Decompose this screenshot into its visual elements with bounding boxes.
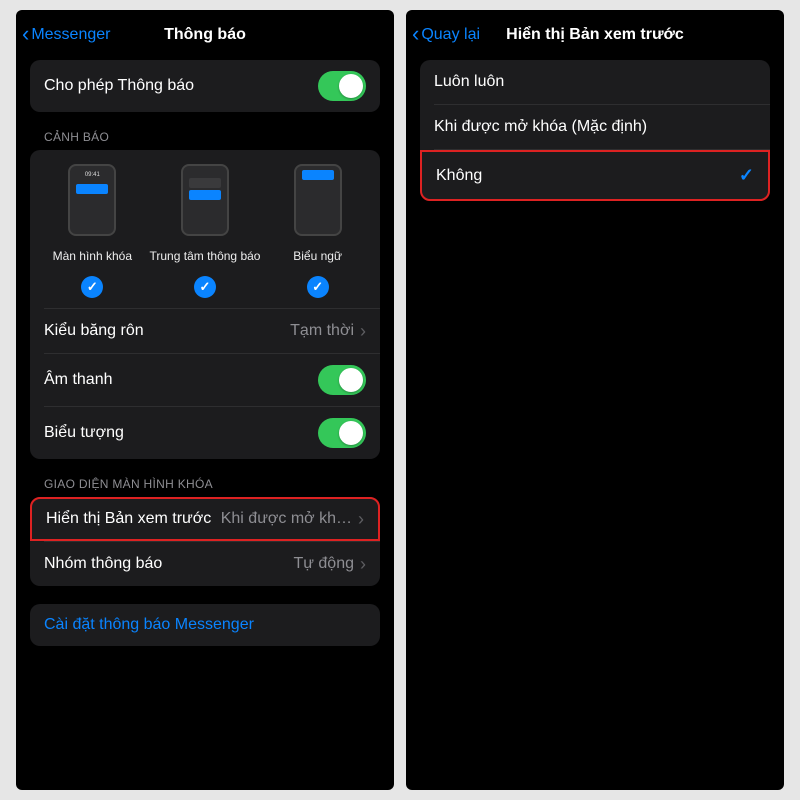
banner-style-label: Kiểu băng rôn [44, 322, 144, 340]
allow-notifications-row[interactable]: Cho phép Thông báo [30, 60, 380, 112]
chevron-left-icon: ‹ [22, 23, 29, 45]
back-label: Quay lại [421, 26, 480, 44]
chevron-left-icon: ‹ [412, 23, 419, 45]
chevron-right-icon: › [358, 510, 364, 528]
phone-right: ‹ Quay lại Hiển thị Bản xem trước Luôn l… [406, 10, 784, 790]
option-when-unlocked-label: Khi được mở khóa (Mặc định) [434, 118, 647, 136]
show-previews-value: Khi được mở kh… › [221, 510, 364, 528]
show-previews-row[interactable]: Hiển thị Bản xem trước Khi được mở kh… › [30, 497, 380, 541]
back-button[interactable]: ‹ Messenger [22, 25, 110, 45]
messenger-settings-label: Cài đặt thông báo Messenger [44, 616, 254, 633]
check-icon: ✓ [81, 276, 103, 298]
opt-lock-label: Màn hình khóa [53, 242, 132, 270]
grouping-value: Tự động › [293, 555, 366, 573]
option-never[interactable]: Không ✓ [420, 150, 770, 201]
grouping-label: Nhóm thông báo [44, 555, 162, 573]
banner-style-value: Tạm thời › [290, 322, 366, 340]
section-lockscreen-title: GIAO DIỆN MÀN HÌNH KHÓA [30, 477, 380, 497]
banner-preview-icon [294, 164, 342, 236]
sounds-label: Âm thanh [44, 371, 112, 389]
alert-opt-banners[interactable]: Biểu ngữ ✓ [262, 164, 374, 298]
back-button[interactable]: ‹ Quay lại [412, 25, 480, 45]
back-label: Messenger [31, 26, 110, 44]
section-alerts-title: CẢNH BÁO [30, 130, 380, 150]
sounds-row[interactable]: Âm thanh [30, 354, 380, 406]
badges-label: Biểu tượng [44, 424, 124, 442]
check-icon: ✓ [194, 276, 216, 298]
option-never-label: Không [436, 167, 482, 185]
banner-style-row[interactable]: Kiểu băng rôn Tạm thời › [30, 309, 380, 353]
allow-label: Cho phép Thông báo [44, 77, 194, 95]
alert-opt-lockscreen[interactable]: Màn hình khóa ✓ [37, 164, 149, 298]
messenger-settings-link[interactable]: Cài đặt thông báo Messenger [30, 604, 380, 646]
sounds-toggle[interactable] [318, 365, 366, 395]
opt-banner-label: Biểu ngữ [293, 242, 342, 270]
checkmark-icon: ✓ [739, 165, 754, 186]
option-when-unlocked[interactable]: Khi được mở khóa (Mặc định) [420, 105, 770, 149]
content-right: Luôn luôn Khi được mở khóa (Mặc định) Kh… [406, 56, 784, 790]
option-always[interactable]: Luôn luôn [420, 60, 770, 104]
content-left: Cho phép Thông báo CẢNH BÁO Màn hình khó… [16, 56, 394, 790]
check-icon: ✓ [307, 276, 329, 298]
chevron-right-icon: › [360, 555, 366, 573]
navbar: ‹ Quay lại Hiển thị Bản xem trước [406, 10, 784, 56]
allow-group: Cho phép Thông báo [30, 60, 380, 112]
alerts-group: Màn hình khóa ✓ Trung tâm thông báo ✓ Bi… [30, 150, 380, 459]
badges-toggle[interactable] [318, 418, 366, 448]
option-always-label: Luôn luôn [434, 73, 504, 91]
grouping-row[interactable]: Nhóm thông báo Tự động › [30, 542, 380, 586]
preview-options-list: Luôn luôn Khi được mở khóa (Mặc định) Kh… [420, 60, 770, 201]
notification-center-preview-icon [181, 164, 229, 236]
chevron-right-icon: › [360, 322, 366, 340]
show-previews-label: Hiển thị Bản xem trước [46, 510, 211, 528]
opt-nc-label: Trung tâm thông báo [150, 242, 261, 270]
alert-options: Màn hình khóa ✓ Trung tâm thông báo ✓ Bi… [30, 150, 380, 308]
navbar: ‹ Messenger Thông báo [16, 10, 394, 56]
lockscreen-group: Hiển thị Bản xem trước Khi được mở kh… ›… [30, 497, 380, 586]
phone-left: ‹ Messenger Thông báo Cho phép Thông báo… [16, 10, 394, 790]
lockscreen-preview-icon [68, 164, 116, 236]
allow-toggle[interactable] [318, 71, 366, 101]
badges-row[interactable]: Biểu tượng [30, 407, 380, 459]
alert-opt-notification-center[interactable]: Trung tâm thông báo ✓ [149, 164, 261, 298]
